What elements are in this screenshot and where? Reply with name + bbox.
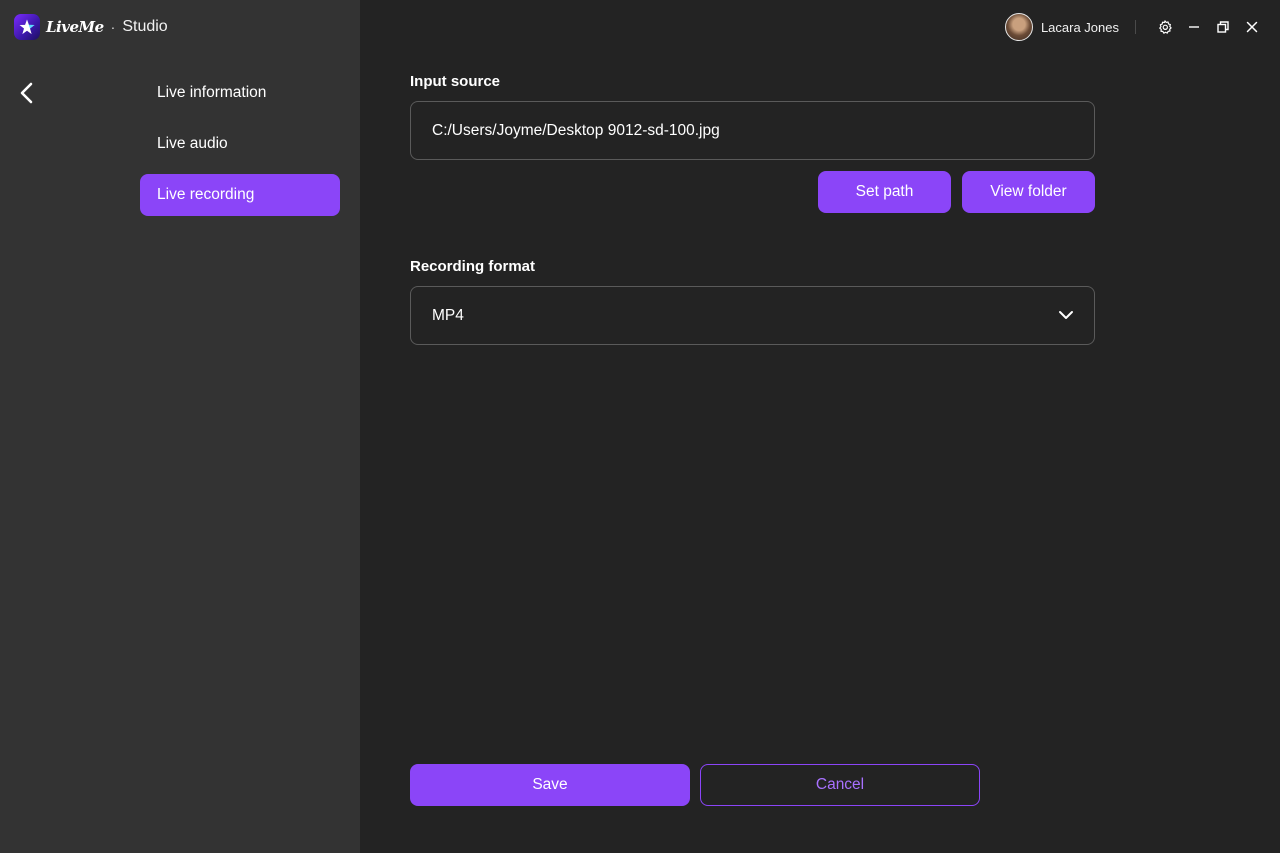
nav-item-live-audio[interactable]: Live audio xyxy=(140,123,340,165)
main-panel: Lacara Jones Input source C:/Users/Joyme… xyxy=(360,0,1280,853)
minimize-icon xyxy=(1188,26,1199,28)
view-folder-button[interactable]: View folder xyxy=(962,171,1095,213)
cancel-button[interactable]: Cancel xyxy=(700,764,980,806)
title-bar: Lacara Jones xyxy=(1004,0,1280,54)
recording-format-label: Recording format xyxy=(410,258,536,275)
close-icon xyxy=(1246,21,1257,33)
save-button[interactable]: Save xyxy=(410,764,690,806)
input-source-value: C:/Users/Joyme/Desktop 9012-sd-100.jpg xyxy=(432,121,720,139)
nav-item-live-recording[interactable]: Live recording xyxy=(140,174,340,216)
liveme-logo-icon xyxy=(14,14,40,40)
input-source-label: Input source xyxy=(410,73,501,90)
brand-product: Studio xyxy=(122,18,168,35)
restore-icon xyxy=(1216,21,1229,33)
minimize-button[interactable] xyxy=(1179,13,1208,41)
gear-icon xyxy=(1158,20,1172,34)
settings-nav: Live information Live audio Live recordi… xyxy=(140,72,340,225)
brand: LiveMe · Studio xyxy=(14,13,168,41)
recording-format-dropdown[interactable]: MP4 xyxy=(410,286,1095,345)
nav-item-label: Live audio xyxy=(157,135,228,152)
brand-separator: · xyxy=(110,19,116,35)
settings-button[interactable] xyxy=(1150,13,1179,41)
chevron-down-icon xyxy=(1059,311,1073,319)
user-name[interactable]: Lacara Jones xyxy=(1041,20,1119,35)
set-path-button[interactable]: Set path xyxy=(818,171,951,213)
brand-word: LiveMe xyxy=(46,18,104,36)
avatar[interactable] xyxy=(1004,13,1033,41)
restore-button[interactable] xyxy=(1208,13,1237,41)
recording-format-value: MP4 xyxy=(432,306,464,324)
close-button[interactable] xyxy=(1237,13,1266,41)
nav-item-label: Live recording xyxy=(157,186,255,203)
back-button[interactable] xyxy=(14,80,40,106)
input-source-field[interactable]: C:/Users/Joyme/Desktop 9012-sd-100.jpg xyxy=(410,101,1095,160)
nav-item-label: Live information xyxy=(157,84,267,101)
sidebar: LiveMe · Studio Live information Live au… xyxy=(0,0,360,853)
title-bar-divider xyxy=(1135,20,1136,34)
back-arrow-icon xyxy=(20,82,33,104)
nav-item-live-information[interactable]: Live information xyxy=(140,72,340,114)
